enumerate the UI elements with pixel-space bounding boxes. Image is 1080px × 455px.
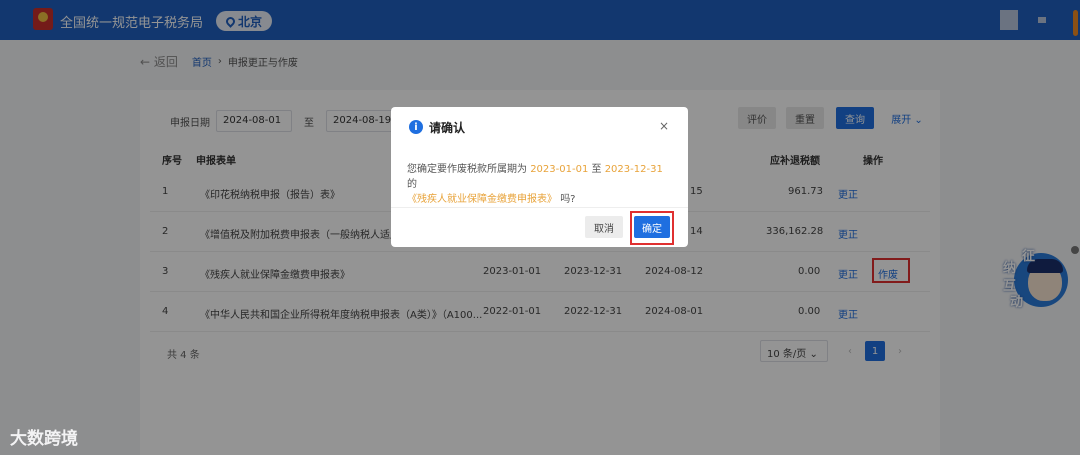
message-suffix: 吗? [560, 194, 576, 205]
period-end: 2023-12-31 [604, 164, 663, 175]
period-start: 2023-01-01 [530, 164, 589, 175]
confirm-highlight-box [630, 211, 674, 245]
message-of: 的 [407, 179, 417, 190]
dialog-title: 请确认 [429, 121, 466, 135]
info-icon: i [409, 120, 423, 134]
watermark: 大数跨境 [10, 429, 78, 449]
dialog-divider [391, 207, 688, 208]
dialog-message: 您确定要作废税款所属期为 2023-01-01 至 2023-12-31 的 《… [407, 162, 672, 207]
cancel-button[interactable]: 取消 [585, 216, 623, 238]
close-icon[interactable]: × [659, 119, 669, 133]
message-to: 至 [591, 164, 602, 175]
form-name: 《残疾人就业保障金缴费申报表》 [407, 194, 557, 205]
message-prefix: 您确定要作废税款所属期为 [407, 164, 527, 175]
